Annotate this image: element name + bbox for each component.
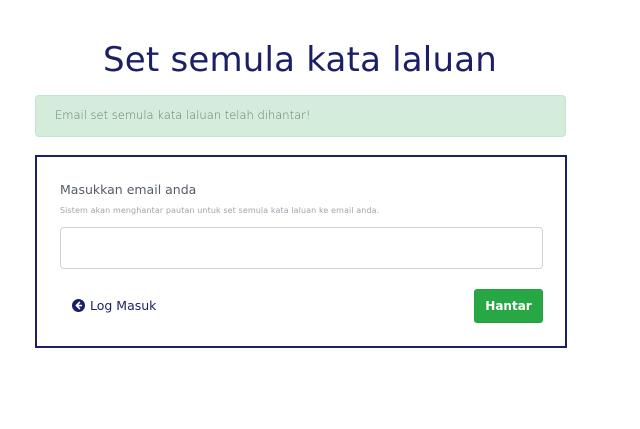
reset-form-card: Masukkan email anda Sistem akan menghant…: [35, 155, 567, 348]
email-label: Masukkan email anda: [60, 182, 197, 197]
back-to-login-link[interactable]: Log Masuk: [72, 298, 156, 313]
page-title: Set semula kata laluan: [103, 40, 497, 80]
back-to-login-label: Log Masuk: [90, 298, 157, 313]
email-input[interactable]: [60, 227, 543, 269]
success-alert: Email set semula kata laluan telah dihan…: [35, 95, 566, 137]
arrow-circle-left-icon: [72, 299, 85, 312]
submit-button[interactable]: Hantar: [474, 289, 543, 323]
email-helper-text: Sistem akan menghantar pautan untuk set …: [60, 206, 380, 215]
reset-password-page: Set semula kata laluan Email set semula …: [0, 0, 640, 429]
